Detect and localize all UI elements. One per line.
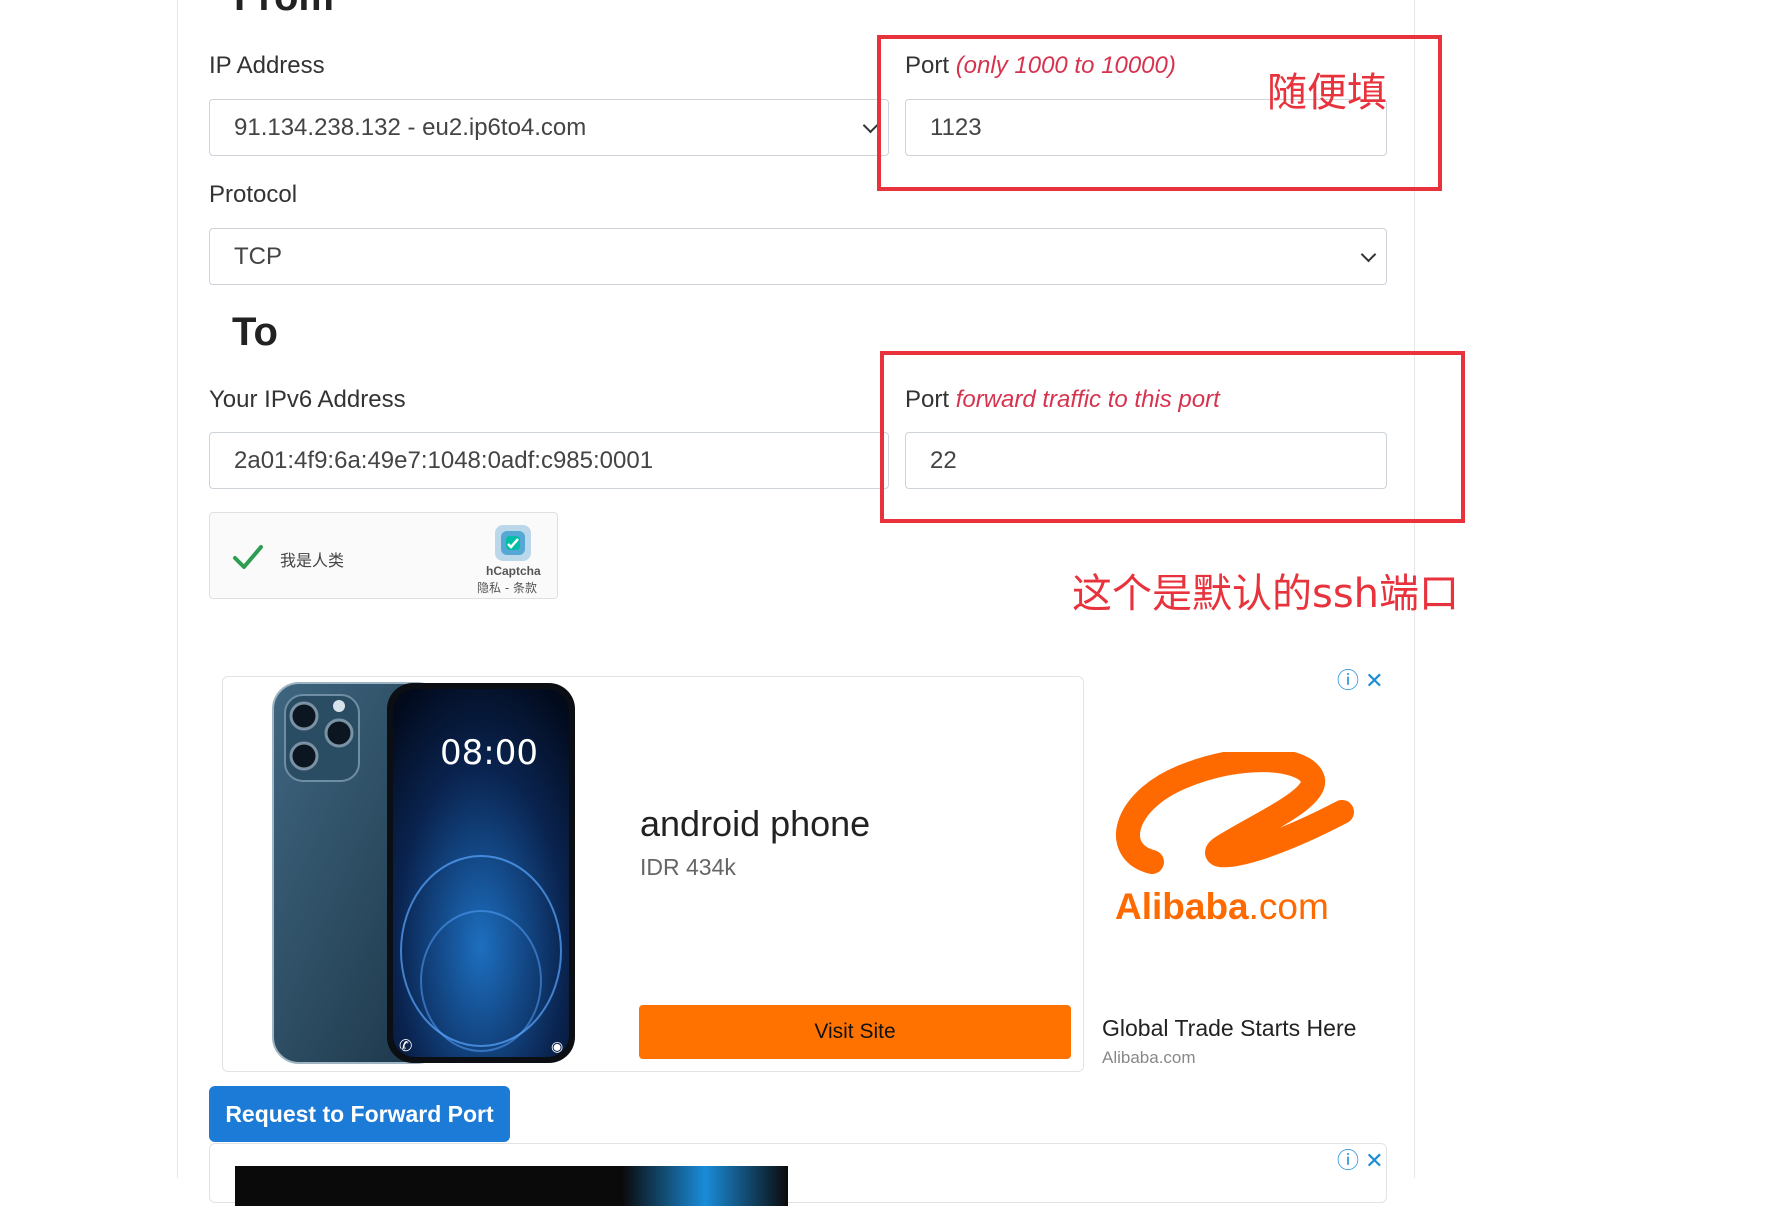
- checkmark-icon: [233, 545, 263, 569]
- alibaba-logo-text: Alibaba.com: [1115, 886, 1329, 927]
- ad-controls: ⓘ ✕: [1337, 663, 1384, 695]
- captcha-links[interactable]: 隐私 - 条款: [477, 579, 537, 596]
- ad-close-icon[interactable]: ✕: [1365, 668, 1383, 693]
- to-heading: To: [232, 310, 278, 354]
- ipv6-address-input[interactable]: 2a01:4f9:6a:49e7:1048:0adf:c985:0001: [209, 432, 889, 489]
- phone-camera-icon: ◉: [551, 1039, 563, 1055]
- ad2-banner-image: [235, 1166, 788, 1206]
- captcha-label: 我是人类: [280, 551, 345, 570]
- ad-tagline[interactable]: Global Trade Starts Here: [1102, 1015, 1356, 1042]
- ad2-controls: ⓘ ✕: [1337, 1143, 1384, 1175]
- alibaba-logo-icon: [1116, 752, 1354, 874]
- from-heading: From: [234, 0, 334, 20]
- hcaptcha-widget[interactable]: 我是人类 hCaptcha 隐私 - 条款: [209, 512, 558, 599]
- ad-title[interactable]: android phone: [640, 803, 870, 845]
- hcaptcha-logo-icon: [495, 525, 531, 561]
- ip-address-label: IP Address: [209, 52, 325, 79]
- chevron-down-icon: [862, 117, 879, 133]
- phone-time: 08:00: [440, 733, 538, 773]
- captcha-brand: hCaptcha: [486, 564, 541, 578]
- ipv6-address-label: Your IPv6 Address: [209, 386, 406, 413]
- protocol-select[interactable]: TCP: [209, 228, 1387, 285]
- ad-info-icon[interactable]: ⓘ: [1337, 668, 1359, 693]
- ad-domain: Alibaba.com: [1102, 1048, 1196, 1067]
- annotation-note-default-ssh: 这个是默认的ssh端口: [1072, 571, 1460, 617]
- ad2-close-icon[interactable]: ✕: [1365, 1148, 1383, 1173]
- request-forward-port-button[interactable]: Request to Forward Port: [209, 1086, 510, 1142]
- ip-address-select[interactable]: 91.134.238.132 - eu2.ip6to4.com: [209, 99, 889, 156]
- ipv6-address-value: 2a01:4f9:6a:49e7:1048:0adf:c985:0001: [234, 446, 654, 474]
- annotation-note-port-any: 随便填: [1267, 70, 1387, 116]
- ad2-info-icon[interactable]: ⓘ: [1337, 1148, 1359, 1173]
- annotation-box-to-port: [880, 351, 1465, 523]
- protocol-value: TCP: [234, 242, 282, 270]
- phone-call-icon: ✆: [399, 1036, 412, 1055]
- chevron-down-icon: [1360, 246, 1377, 262]
- visit-site-button[interactable]: Visit Site: [639, 1005, 1071, 1059]
- ad-card-2[interactable]: [209, 1143, 1387, 1206]
- ad-price: IDR 434k: [640, 854, 736, 880]
- ip-address-value: 91.134.238.132 - eu2.ip6to4.com: [234, 113, 587, 141]
- protocol-label: Protocol: [209, 181, 298, 208]
